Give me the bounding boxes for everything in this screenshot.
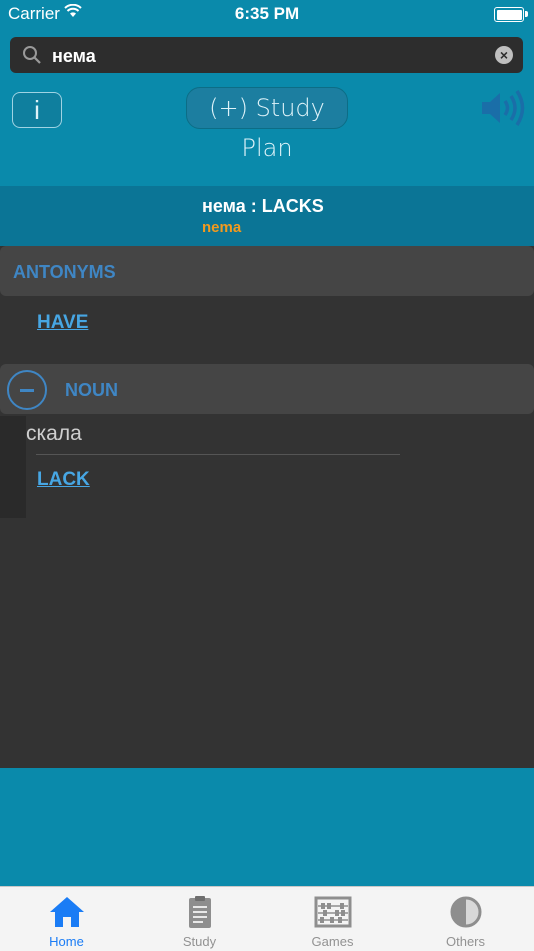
- tab-others-label: Others: [445, 934, 485, 949]
- noun-section-header[interactable]: NOUN: [0, 364, 534, 414]
- status-bar: Carrier 6:35 PM: [0, 0, 534, 28]
- search-icon: [23, 46, 41, 64]
- definition-content: ANTONYMS HAVE NOUN скала LACK: [0, 246, 534, 768]
- tab-home-label: Home: [49, 934, 84, 949]
- side-gutter: [0, 416, 26, 518]
- word-transliteration: nema: [202, 219, 242, 236]
- collapse-icon[interactable]: [7, 370, 47, 410]
- noun-link-lack[interactable]: LACK: [37, 469, 90, 491]
- search-input[interactable]: [50, 37, 484, 75]
- word-title: нема : LACKS: [202, 196, 324, 216]
- divider: [36, 454, 400, 455]
- search-bar: ×: [0, 28, 534, 82]
- clear-icon[interactable]: ×: [495, 46, 513, 64]
- tab-games-label: Games: [311, 934, 354, 949]
- search-field[interactable]: ×: [10, 37, 523, 75]
- tab-bar: Home Study Games Others: [0, 886, 534, 951]
- speaker-icon[interactable]: [480, 88, 526, 128]
- tab-home[interactable]: Home: [0, 887, 133, 951]
- noun-label: NOUN: [65, 380, 118, 400]
- antonym-link-have[interactable]: HAVE: [37, 312, 88, 334]
- home-icon: [50, 897, 84, 927]
- abacus-icon: [314, 896, 352, 928]
- tab-games[interactable]: Games: [266, 887, 399, 951]
- word-header: нема : LACKS nema: [0, 186, 534, 246]
- antonyms-label: ANTONYMS: [13, 262, 116, 282]
- noun-term: скала: [26, 422, 82, 445]
- tab-study-label: Study: [182, 934, 217, 949]
- study-plan-button[interactable]: (+) Study Plan: [186, 87, 348, 162]
- clipboard-icon: [189, 896, 211, 928]
- toolbar: i (+) Study Plan: [0, 82, 534, 186]
- antonyms-section-header: ANTONYMS: [0, 246, 534, 296]
- battery-icon: [494, 7, 528, 22]
- status-time: 6:35 PM: [234, 4, 300, 23]
- half-circle-icon: [450, 896, 482, 928]
- info-button[interactable]: i: [12, 92, 62, 128]
- tab-others[interactable]: Others: [399, 887, 532, 951]
- tab-study[interactable]: Study: [133, 887, 266, 951]
